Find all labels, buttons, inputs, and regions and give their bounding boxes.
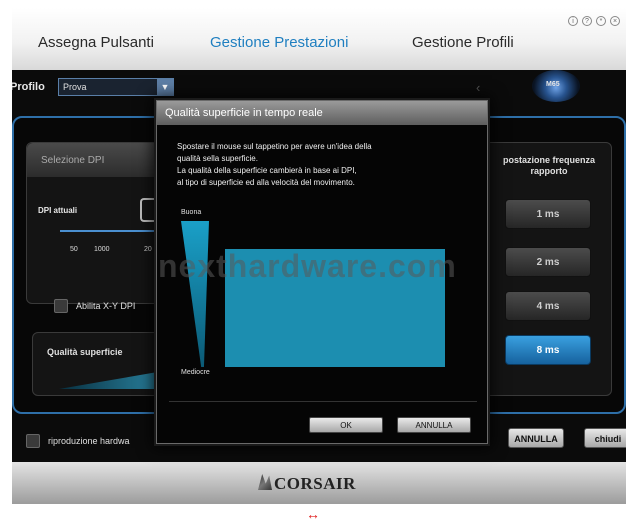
dpi-tick: 50	[70, 246, 78, 253]
profile-label: Profilo	[12, 81, 45, 93]
dpi-current-label: DPI attuali	[38, 206, 78, 215]
profile-value: Prova	[63, 82, 87, 92]
surface-quality-panel: Qualità superficie	[32, 332, 176, 396]
polling-2ms-button[interactable]: 2 ms	[505, 247, 591, 277]
quality-gauge	[181, 221, 209, 367]
description-line: qualità sella superficie.	[177, 154, 258, 163]
dialog-divider	[169, 401, 477, 402]
description-line: Spostare il mouse sul tappetino per aver…	[177, 142, 372, 151]
dialog-cancel-button[interactable]: ANNULLA	[397, 417, 471, 433]
ok-button[interactable]: OK	[309, 417, 383, 433]
tab-assegna-pulsanti[interactable]: Assegna Pulsanti	[38, 34, 154, 51]
hardware-playback-label: riproduzione hardwa	[48, 436, 130, 446]
brand-logo: CORSAIR	[274, 474, 356, 493]
gauge-top-label: Buona	[181, 209, 202, 216]
polling-1ms-button[interactable]: 1 ms	[505, 199, 591, 229]
xy-dpi-label: Abilita X-Y DPI	[76, 301, 136, 311]
close-button[interactable]: chiudi	[584, 428, 626, 448]
tab-gestione-prestazioni[interactable]: Gestione Prestazioni	[210, 34, 348, 51]
xy-dpi-checkbox[interactable]	[54, 299, 68, 313]
polling-rate-panel: postazione frequenza rapporto 1 ms 2 ms …	[484, 142, 612, 396]
close-icon[interactable]: ×	[610, 16, 620, 26]
mouse-logo-badge: M65	[532, 70, 580, 102]
settings-icon[interactable]: *	[596, 16, 606, 26]
description-line: al tipo di superficie ed alla velocità d…	[177, 178, 355, 187]
dpi-panel-header: Selezione DPI	[27, 143, 175, 177]
corsair-app-window: Assegna Pulsanti Gestione Prestazioni Ge…	[12, 8, 626, 504]
polling-4ms-button[interactable]: 4 ms	[505, 291, 591, 321]
tab-bar: Assegna Pulsanti Gestione Prestazioni Ge…	[12, 8, 626, 70]
expand-arrows-icon[interactable]: ↔	[306, 506, 320, 522]
watermark-text: nexthardware.com	[158, 248, 457, 284]
chevron-down-icon[interactable]: ▼	[157, 79, 173, 95]
description-line: La qualità della superficie cambierà in …	[177, 166, 357, 175]
info-icon[interactable]: i	[568, 16, 578, 26]
profile-select[interactable]: Prova ▼	[58, 78, 174, 96]
dialog-title: Qualità superficie in tempo reale	[165, 107, 323, 119]
gauge-bottom-label: Mediocre	[181, 369, 210, 376]
chevron-left-icon[interactable]: ‹	[476, 80, 480, 95]
dialog-titlebar: Qualità superficie in tempo reale	[157, 101, 487, 125]
dialog-description: Spostare il mouse sul tappetino per aver…	[177, 141, 473, 189]
hardware-playback-checkbox[interactable]	[26, 434, 40, 448]
polling-8ms-button[interactable]: 8 ms	[505, 335, 591, 365]
dpi-title: Selezione DPI	[41, 155, 105, 166]
cancel-button[interactable]: ANNULLA	[508, 428, 564, 448]
tab-gestione-profili[interactable]: Gestione Profili	[412, 34, 514, 51]
dpi-tick: 1000	[94, 246, 110, 253]
footer: CORSAIR	[12, 462, 626, 504]
dpi-tick: 20	[144, 246, 152, 253]
corsair-sails-icon	[258, 474, 272, 490]
help-icon[interactable]: ?	[582, 16, 592, 26]
surface-quality-label: Qualità superficie	[47, 347, 123, 357]
polling-rate-title: postazione frequenza rapporto	[502, 155, 595, 176]
dpi-slider[interactable]	[60, 230, 160, 232]
dpi-panel: Selezione DPI	[26, 142, 176, 304]
